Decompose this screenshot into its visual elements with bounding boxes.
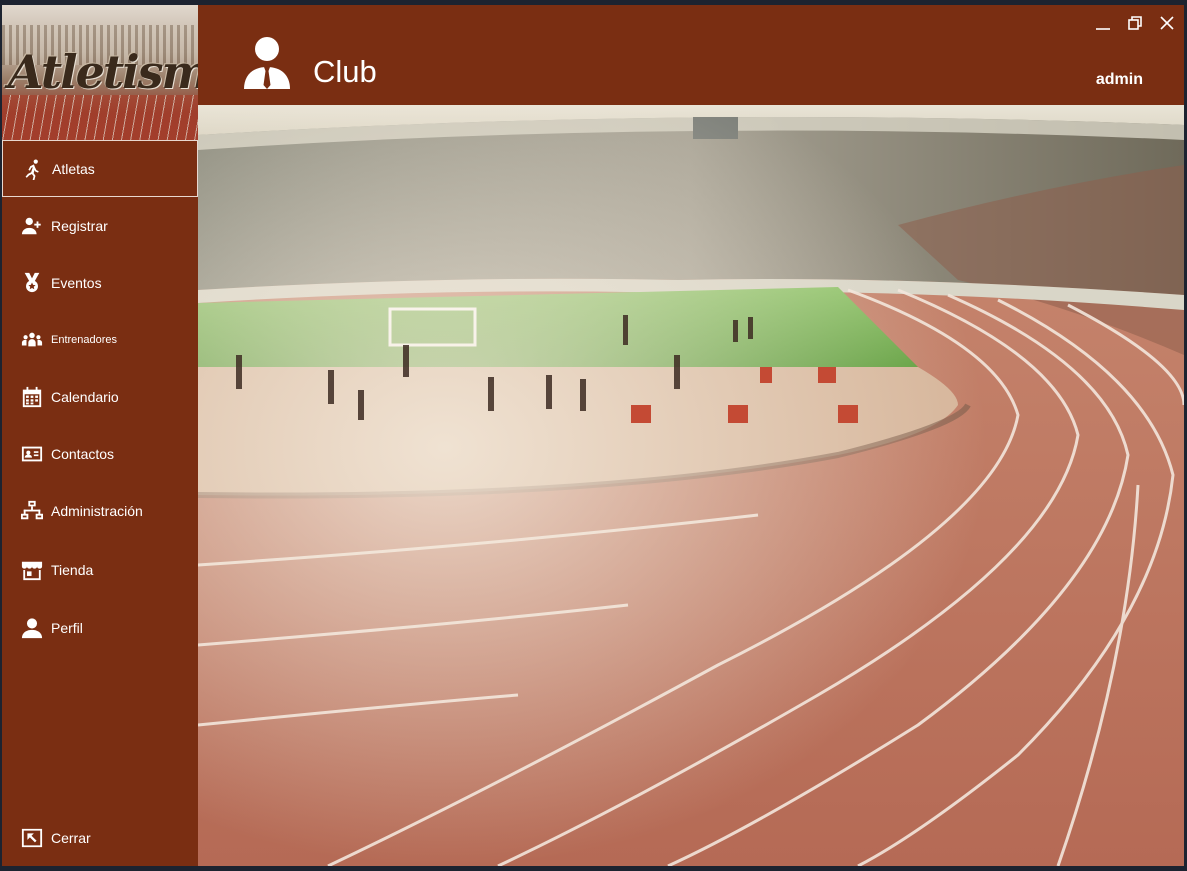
sidebar-item-entrenadores[interactable]: Entrenadores — [2, 311, 198, 368]
running-person-icon — [21, 157, 45, 181]
sidebar-item-registrar[interactable]: Registrar — [2, 197, 198, 254]
close-session-button[interactable]: Cerrar — [2, 823, 198, 853]
sidebar-item-label: Calendario — [51, 388, 119, 405]
sidebar-item-eventos[interactable]: Eventos — [2, 254, 198, 311]
sidebar-item-label: Registrar — [51, 217, 108, 234]
logout-icon — [20, 826, 44, 850]
user-icon — [20, 616, 44, 640]
window-controls — [1092, 13, 1178, 33]
restore-icon — [1128, 16, 1142, 30]
sidebar-item-label: Tienda — [51, 561, 94, 578]
sidebar-item-label: Eventos — [51, 274, 102, 291]
close-icon — [1160, 16, 1174, 30]
sidebar-item-label: Contactos — [51, 445, 115, 462]
sidebar-item-perfil[interactable]: Perfil — [2, 599, 198, 656]
contact-card-icon — [20, 442, 44, 466]
sidebar-item-calendario[interactable]: Calendario — [2, 368, 198, 425]
sidebar-item-label: Entrenadores — [51, 333, 118, 346]
header: Club admin — [198, 5, 1184, 105]
sidebar-item-contactos[interactable]: Contactos — [2, 425, 198, 482]
sidebar-item-label: Administración — [51, 502, 143, 519]
current-user: admin — [1095, 71, 1143, 88]
store-icon — [20, 558, 44, 582]
minimize-icon — [1096, 28, 1110, 30]
page-title: Club — [313, 54, 377, 89]
sidebar: Atletismo Atletas Registrar Eventos — [2, 5, 198, 866]
network-icon — [20, 499, 44, 523]
business-user-icon — [244, 37, 290, 89]
app-window: Atletismo Atletas Registrar Eventos — [2, 5, 1184, 866]
close-window-button[interactable] — [1156, 13, 1178, 33]
logo: Atletismo — [2, 5, 198, 140]
calendar-icon — [20, 385, 44, 409]
sidebar-item-label: Perfil — [51, 619, 83, 636]
medal-icon — [20, 271, 44, 295]
sidebar-item-administracion[interactable]: Administración — [2, 482, 198, 539]
user-plus-icon — [20, 214, 44, 238]
logo-text: Atletismo — [8, 45, 198, 99]
sidebar-item-atletas[interactable]: Atletas — [2, 140, 198, 197]
close-label: Cerrar — [51, 830, 91, 846]
restore-button[interactable] — [1124, 13, 1146, 33]
sidebar-item-tienda[interactable]: Tienda — [2, 541, 198, 598]
stadium-background-image — [198, 105, 1184, 866]
group-icon — [20, 328, 44, 352]
minimize-button[interactable] — [1092, 13, 1114, 33]
sidebar-item-label: Atletas — [52, 160, 95, 177]
